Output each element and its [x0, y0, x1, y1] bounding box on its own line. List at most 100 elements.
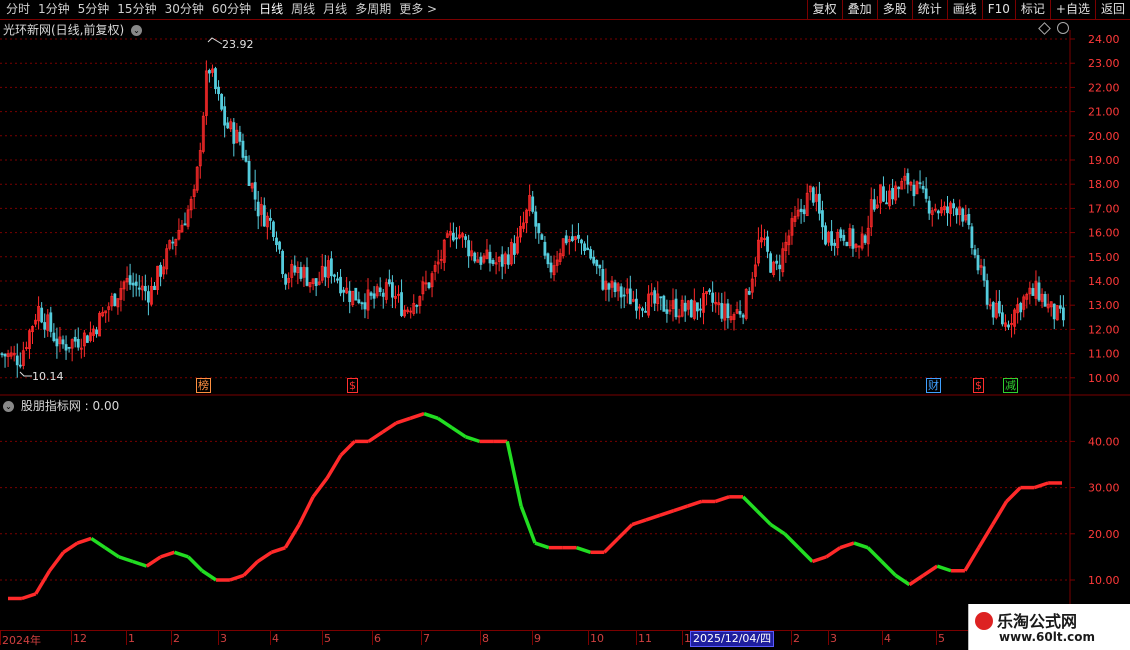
indicator-segment [256, 550, 273, 563]
candle-body [95, 329, 98, 335]
candle-body [997, 301, 1001, 314]
indicator-segment [159, 550, 175, 559]
date-tick [636, 631, 637, 645]
chevron-down-icon[interactable]: ⌄ [131, 25, 143, 36]
indicator-segment [242, 560, 259, 577]
indicator-segment [769, 523, 786, 536]
candle-body [946, 206, 949, 214]
candle-body [427, 282, 431, 289]
indicator-tick-label: 20.00 [1088, 528, 1120, 541]
candle-body [217, 86, 220, 95]
candle-body [1062, 307, 1065, 321]
date-label-5: 4 [272, 632, 279, 645]
event-marker-2[interactable]: 财 [926, 378, 941, 393]
candle-body [268, 217, 272, 221]
event-marker-4[interactable]: 减 [1003, 378, 1018, 393]
candle-body [811, 187, 815, 203]
candle-body [985, 280, 989, 305]
candle-body [113, 293, 117, 307]
candle-body [598, 264, 602, 269]
date-tick [828, 631, 829, 645]
candle-body [247, 161, 251, 186]
candle-body [278, 241, 281, 250]
candle-body [305, 267, 309, 286]
candle-body [872, 199, 876, 210]
candle-body [293, 265, 297, 273]
date-tick [126, 631, 127, 645]
chevron-down-icon[interactable]: ⌄ [3, 401, 14, 412]
candle-body [982, 266, 986, 281]
indicator-segment [132, 559, 148, 568]
indicator-segment [118, 555, 134, 564]
candle-body [381, 292, 385, 297]
candle-body [467, 240, 471, 257]
event-marker-0[interactable]: 榜 [196, 378, 211, 393]
indicator-segment [991, 500, 1009, 526]
candle-body [1001, 312, 1004, 325]
date-label-15: 3 [830, 632, 837, 645]
candle-body [711, 292, 715, 303]
indicator-segment [519, 505, 537, 544]
candle-body [839, 229, 843, 238]
candle-body [546, 253, 550, 265]
candle-body [363, 302, 367, 310]
date-tick [171, 631, 172, 645]
candle-body [543, 241, 547, 256]
indicator-segment [853, 541, 869, 550]
indicator-tick-label: 40.00 [1088, 435, 1120, 448]
candle-body [387, 279, 391, 285]
indicator-segment [76, 536, 92, 545]
candle-body [299, 267, 303, 279]
candle-body [924, 188, 928, 199]
candle-body [455, 237, 458, 240]
date-tick [882, 631, 883, 645]
date-tick [791, 631, 792, 645]
candle-body [644, 310, 647, 313]
candle-body [738, 311, 742, 315]
price-tick-label: 16.00 [1088, 227, 1120, 240]
candle-body [891, 187, 894, 200]
date-label-11: 10 [590, 632, 604, 645]
date-label-6: 5 [324, 632, 331, 645]
price-tick-label: 11.00 [1088, 348, 1120, 361]
candle-body [833, 242, 837, 246]
indicator-segment [229, 573, 245, 582]
candle-body [601, 269, 605, 290]
candle-body [766, 236, 769, 252]
event-marker-1[interactable]: $ [347, 378, 358, 393]
candle-body [540, 234, 544, 240]
price-tick-label: 10.00 [1088, 372, 1120, 385]
indicator-segment [783, 532, 800, 549]
event-marker-3[interactable]: $ [973, 378, 984, 393]
candle-body [564, 235, 568, 244]
candle-body [55, 338, 59, 347]
candle-body [799, 208, 803, 212]
date-tick [0, 631, 1, 645]
candle-body [64, 344, 68, 351]
candle-body [921, 185, 925, 190]
indicator-segment [1033, 481, 1049, 490]
candle-body [390, 282, 394, 298]
indicator-title-text: 股朋指标网 : 0.00 [20, 399, 120, 413]
indicator-title[interactable]: ⌄ 股朋指标网 : 0.00 [3, 397, 119, 414]
candle-body [500, 254, 504, 267]
candle-body [284, 274, 288, 285]
candle-body [699, 308, 702, 311]
price-tick-label: 17.00 [1088, 202, 1120, 215]
indicator-segment [825, 546, 842, 559]
stock-title[interactable]: 光环新网(日线,前复权) ⌄ [3, 21, 143, 38]
indicator-segment [963, 546, 981, 572]
candle-body [1058, 305, 1062, 309]
settings-circle-icon[interactable] [1057, 22, 1069, 34]
indicator-segment [922, 564, 939, 577]
candle-body [49, 312, 53, 332]
candle-body [961, 208, 965, 222]
candle-body [369, 292, 373, 296]
indicator-tick-label: 10.00 [1088, 574, 1120, 587]
watermark: 乐淘公式网 www.60lt.com [968, 604, 1130, 650]
indicator-segment [534, 541, 550, 550]
chart-canvas[interactable]: 24.00 23.00 22.00 21.00 20.00 19.00 18.00 17.00… [0, 0, 1130, 650]
candle-body [955, 208, 959, 216]
indicator-segment [673, 504, 689, 513]
candle-body [61, 339, 65, 345]
